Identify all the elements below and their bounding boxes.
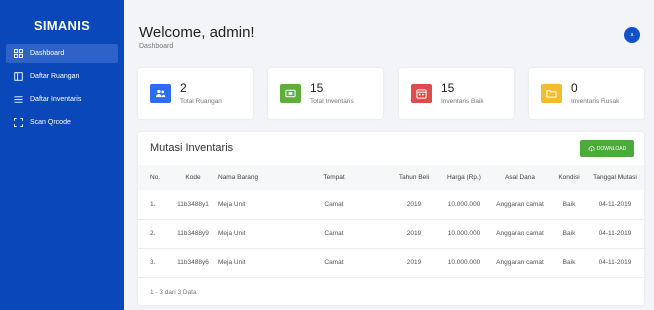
cell-kondisi: Baik [552,248,586,278]
stat-label: Inventaris Baik [441,98,484,105]
stat-card-inventaris-rusak: 0 Inventaris Rusak [529,68,644,119]
cell-harga: 10.000.000 [440,248,488,278]
stat-card-inventaris-baik: 15 Inventaris Baik [399,68,514,119]
stat-value: 15 [310,81,324,95]
stat-label: Inventaris Rusak [571,98,620,105]
sidebar-item-dashboard[interactable]: Dashboard [6,44,118,63]
cell-tempat: Camat [280,219,388,249]
stat-card-total-inventaris: 15 Total Inventaris [268,68,383,119]
page-title: Welcome, admin! [139,24,255,41]
stats-row: 2 Total Ruangan 15 Total Inventaris 15 I… [138,68,644,119]
sidebar-item-daftar-inventaris[interactable]: Daftar Inventaris [6,90,118,109]
column-header: Tempat [280,165,388,190]
cell-nama-barang: Meja Unit [218,190,280,220]
main-content: Welcome, admin! Dashboard a 2 Total Ruan… [124,0,654,310]
table-row: 1. 11b3488y1 Meja Unit Camat 2019 10.000… [138,190,644,220]
cell-tahun-beli: 2019 [388,190,440,220]
cell-tanggal-mutasi: 04-11-2019 [586,219,644,249]
cell-no: 2. [138,219,168,249]
column-header: Nama Barang [218,165,280,190]
cell-kode: 11b3488y9 [168,219,218,249]
cell-tanggal-mutasi: 04-11-2019 [586,190,644,220]
cell-kode: 11b3488y6 [168,248,218,278]
download-button[interactable]: DOWNLOAD [580,140,634,157]
sidebar-item-label: Dashboard [30,50,65,57]
column-header: Harga (Rp.) [440,165,488,190]
cell-kondisi: Baik [552,190,586,220]
stat-label: Total Ruangan [180,98,222,105]
stat-label: Total Inventaris [310,98,354,105]
sidebar-item-label: Scan Qrcode [30,119,71,126]
cell-tanggal-mutasi: 04-11-2019 [586,248,644,278]
table-row: 2. 11b3488y9 Meja Unit Camat 2019 10.000… [138,219,644,249]
sidebar-item-daftar-ruangan[interactable]: Daftar Ruangan [6,67,118,86]
column-header: Asal Dana [488,165,552,190]
cell-asal-dana: Anggaran camat [488,219,552,249]
sidebar-item-label: Daftar Inventaris [30,96,82,103]
cell-kode: 11b3488y1 [168,190,218,220]
stat-value: 15 [441,81,455,95]
room-icon [12,72,24,82]
users-icon [150,84,171,103]
scan-icon [12,118,24,128]
cell-harga: 10.000.000 [440,190,488,220]
cloud-download-icon [588,146,595,152]
table-header-row: No. Kode Nama Barang Tempat Tahun Beli H… [138,165,644,190]
download-label: DOWNLOAD [596,145,627,152]
brand-logo: SIMANIS [33,18,91,33]
stat-value: 2 [180,81,187,95]
column-header: Kode [168,165,218,190]
mutasi-table: No. Kode Nama Barang Tempat Tahun Beli H… [138,165,644,278]
folder-icon [541,84,562,103]
sidebar: SIMANIS Dashboard Daftar Ruangan Daftar … [0,0,124,310]
calendar-icon [411,84,432,103]
column-header: No. [138,165,168,190]
cell-nama-barang: Meja Unit [218,219,280,249]
cell-tahun-beli: 2019 [388,219,440,249]
cell-no: 3. [138,248,168,278]
cell-tempat: Camat [280,248,388,278]
cell-tempat: Camat [280,190,388,220]
stat-value: 0 [571,81,578,95]
stat-card-total-ruangan: 2 Total Ruangan [138,68,253,119]
breadcrumb[interactable]: Dashboard [139,43,173,50]
sidebar-item-label: Daftar Ruangan [30,73,80,80]
list-icon [12,95,24,105]
sidebar-item-scan-qrcode[interactable]: Scan Qrcode [6,113,118,132]
cell-asal-dana: Anggaran camat [488,248,552,278]
cell-tahun-beli: 2019 [388,248,440,278]
column-header: Kondisi [552,165,586,190]
panel-title: Mutasi Inventaris [150,142,234,154]
pagination-info: 1 - 3 dari 3 Data [150,289,197,296]
inventory-icon [280,84,301,103]
avatar[interactable]: a [624,27,640,43]
column-header: Tahun Beli [388,165,440,190]
cell-nama-barang: Meja Unit [218,248,280,278]
cell-no: 1. [138,190,168,220]
sidebar-nav: Dashboard Daftar Ruangan Daftar Inventar… [0,44,124,132]
grid-icon [12,49,24,59]
cell-asal-dana: Anggaran camat [488,190,552,220]
mutasi-panel: Mutasi Inventaris DOWNLOAD No. Kode Nama… [138,132,644,305]
column-header: Tanggal Mutasi [586,165,644,190]
table-row: 3. 11b3488y6 Meja Unit Camat 2019 10.000… [138,248,644,278]
cell-kondisi: Baik [552,219,586,249]
cell-harga: 10.000.000 [440,219,488,249]
